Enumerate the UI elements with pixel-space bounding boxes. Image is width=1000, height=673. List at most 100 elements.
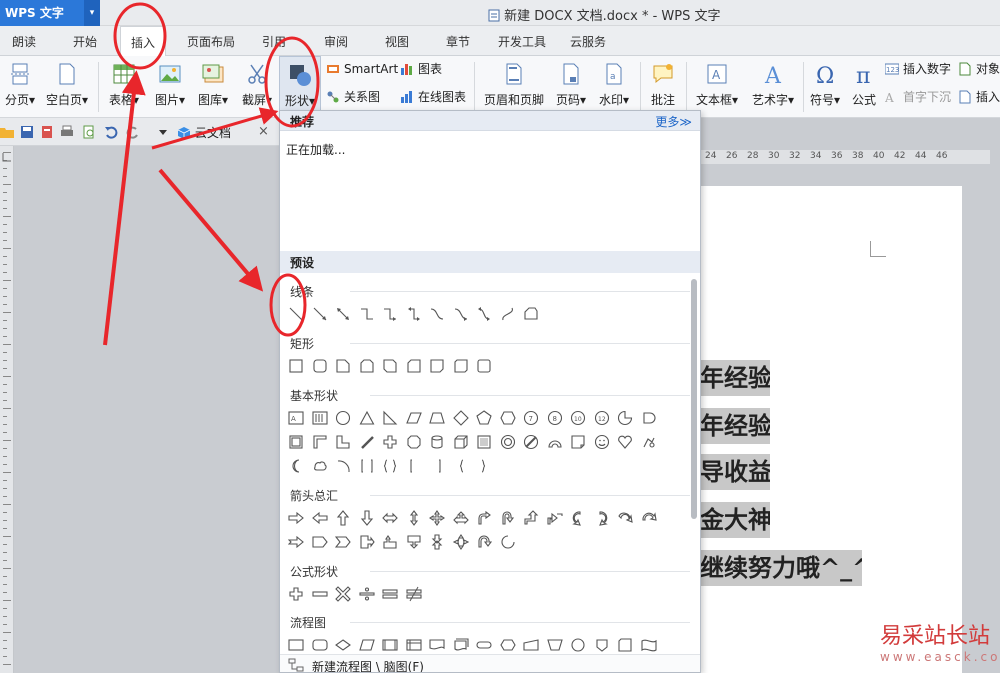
rect-shape-icon[interactable] bbox=[312, 358, 328, 374]
arrows1-shape-icon[interactable] bbox=[546, 510, 563, 526]
basic3-shape-icon[interactable] bbox=[406, 458, 422, 474]
document-line-1[interactable]: 年经验 bbox=[700, 360, 770, 396]
arrows2-shape-icon[interactable] bbox=[311, 534, 328, 550]
comment-button[interactable]: 批注 bbox=[645, 56, 681, 118]
basic1-shape-icon[interactable] bbox=[359, 410, 375, 426]
flow-shape-icon[interactable] bbox=[640, 637, 657, 653]
lines-shape-icon[interactable] bbox=[335, 306, 351, 322]
document-line-5[interactable]: 继续努力哦^_^ bbox=[700, 550, 862, 586]
object-button[interactable]: 对象 bbox=[958, 60, 1000, 78]
tab-read[interactable]: 朗读 bbox=[12, 26, 36, 56]
formula-button[interactable]: π 公式 bbox=[847, 56, 881, 118]
arrows2-shape-icon[interactable] bbox=[406, 534, 422, 550]
arrows1-shape-icon[interactable] bbox=[429, 510, 445, 526]
arrows1-shape-icon[interactable] bbox=[288, 510, 304, 526]
lines-shape-icon[interactable] bbox=[429, 306, 445, 322]
flow-shape-icon[interactable] bbox=[335, 637, 351, 653]
formula-shape-icon[interactable] bbox=[358, 586, 375, 602]
basic3-shape-icon[interactable] bbox=[382, 458, 398, 474]
basic1-shape-icon[interactable] bbox=[382, 410, 398, 426]
basic1-shape-icon[interactable] bbox=[311, 410, 328, 426]
basic2-shape-icon[interactable] bbox=[406, 434, 422, 450]
basic2-shape-icon[interactable] bbox=[641, 434, 657, 450]
lines-shape-icon[interactable] bbox=[500, 306, 516, 322]
textbox-button[interactable]: A 文本框▾ bbox=[692, 56, 742, 118]
basic2-shape-icon[interactable] bbox=[570, 434, 586, 450]
arrows1-shape-icon[interactable] bbox=[382, 510, 398, 526]
flow-shape-icon[interactable] bbox=[453, 637, 469, 653]
app-menu-arrow-icon[interactable]: ▾ bbox=[84, 0, 100, 26]
arrows1-shape-icon[interactable] bbox=[523, 510, 539, 526]
lines-shape-icon[interactable] bbox=[453, 306, 469, 322]
formula-shape-icon[interactable] bbox=[405, 586, 422, 602]
online-chart-button[interactable]: 在线图表 bbox=[400, 88, 466, 106]
arrows1-shape-icon[interactable] bbox=[500, 510, 516, 526]
arrows2-shape-icon[interactable] bbox=[382, 534, 398, 550]
basic2-shape-icon[interactable] bbox=[335, 434, 351, 450]
flow-shape-icon[interactable] bbox=[358, 637, 375, 653]
tab-chapter[interactable]: 章节 bbox=[446, 26, 470, 56]
document-page[interactable]: 年经验 年经验 导收益 金大神 继续努力哦^_^ bbox=[700, 186, 962, 673]
arrows1-shape-icon[interactable] bbox=[335, 510, 351, 526]
table-button[interactable]: 表格▾ bbox=[104, 56, 144, 118]
chart-button[interactable]: 图表 bbox=[400, 60, 442, 78]
lines-shape-icon[interactable] bbox=[406, 306, 422, 322]
tab-developer[interactable]: 开发工具 bbox=[498, 26, 546, 56]
rect-shape-icon[interactable] bbox=[406, 358, 422, 374]
tab-cloud-service[interactable]: 云服务 bbox=[570, 26, 606, 56]
basic2-shape-icon[interactable] bbox=[288, 434, 304, 450]
arrows2-shape-icon[interactable] bbox=[452, 534, 469, 550]
arrows1-shape-icon[interactable] bbox=[406, 510, 422, 526]
basic1-shape-icon[interactable] bbox=[429, 410, 445, 426]
document-line-3[interactable]: 导收益 bbox=[700, 454, 770, 490]
tab-insert[interactable]: 插入 bbox=[120, 26, 167, 57]
more-link[interactable]: 更多≫ bbox=[655, 113, 692, 130]
arrows1-shape-icon[interactable] bbox=[359, 510, 375, 526]
header-footer-button[interactable]: 页眉和页脚 bbox=[481, 56, 547, 118]
arrows1-shape-icon[interactable] bbox=[452, 510, 469, 526]
flow-shape-icon[interactable] bbox=[405, 637, 422, 653]
basic1-shape-icon[interactable] bbox=[617, 410, 633, 426]
basic1-shape-icon[interactable] bbox=[452, 410, 469, 426]
formula-shape-icon[interactable] bbox=[311, 586, 328, 602]
insert-number-button[interactable]: 123 插入数字 bbox=[885, 60, 951, 78]
flow-shape-icon[interactable] bbox=[311, 637, 328, 653]
basic2-shape-icon[interactable] bbox=[359, 434, 375, 450]
formula-shape-icon[interactable] bbox=[335, 586, 351, 602]
arrows1-shape-icon[interactable] bbox=[476, 510, 492, 526]
basic1-shape-icon[interactable] bbox=[335, 410, 351, 426]
basic3-shape-icon[interactable] bbox=[429, 458, 445, 474]
customize-arrow-icon[interactable] bbox=[156, 125, 170, 139]
basic2-shape-icon[interactable] bbox=[594, 434, 610, 450]
tab-review[interactable]: 审阅 bbox=[324, 26, 348, 56]
lines-shape-icon[interactable] bbox=[476, 306, 492, 322]
arrows2-shape-icon[interactable] bbox=[335, 534, 351, 550]
screenshot-button[interactable]: 截屏▾ bbox=[237, 56, 277, 118]
basic2-shape-icon[interactable] bbox=[523, 434, 539, 450]
rect-shape-icon[interactable] bbox=[429, 358, 445, 374]
rect-shape-icon[interactable] bbox=[335, 358, 351, 374]
flow-shape-icon[interactable] bbox=[382, 637, 398, 653]
lines-shape-icon[interactable] bbox=[312, 306, 328, 322]
basic1-shape-icon[interactable] bbox=[641, 410, 657, 426]
basic2-shape-icon[interactable] bbox=[453, 434, 469, 450]
blank-page-button[interactable]: 空白页▾ bbox=[42, 56, 92, 118]
open-folder-icon[interactable] bbox=[0, 125, 14, 139]
basic3-shape-icon[interactable] bbox=[359, 458, 375, 474]
dropdown-scrollbar[interactable] bbox=[691, 279, 697, 519]
shapes-button[interactable]: 形状▾ bbox=[279, 56, 321, 118]
watermark-button[interactable]: a 水印▾ bbox=[594, 56, 634, 118]
flow-shape-icon[interactable] bbox=[617, 637, 633, 653]
insert-more-button[interactable]: 插入 bbox=[958, 88, 1000, 106]
basic3-shape-icon[interactable] bbox=[288, 458, 304, 474]
basic1-shape-icon[interactable]: 8 bbox=[547, 410, 563, 426]
arrows1-shape-icon[interactable] bbox=[594, 510, 610, 526]
flow-shape-icon[interactable] bbox=[429, 637, 445, 653]
basic3-shape-icon[interactable] bbox=[476, 458, 492, 474]
app-menu-button[interactable]: WPS 文字 ▾ bbox=[0, 0, 100, 26]
arrows2-shape-icon[interactable] bbox=[359, 534, 375, 550]
rect-shape-icon[interactable] bbox=[453, 358, 469, 374]
cloud-doc-tab[interactable]: 云文档 bbox=[175, 122, 231, 144]
arrows1-shape-icon[interactable] bbox=[641, 510, 657, 526]
page-number-button[interactable]: 页码▾ bbox=[551, 56, 591, 118]
